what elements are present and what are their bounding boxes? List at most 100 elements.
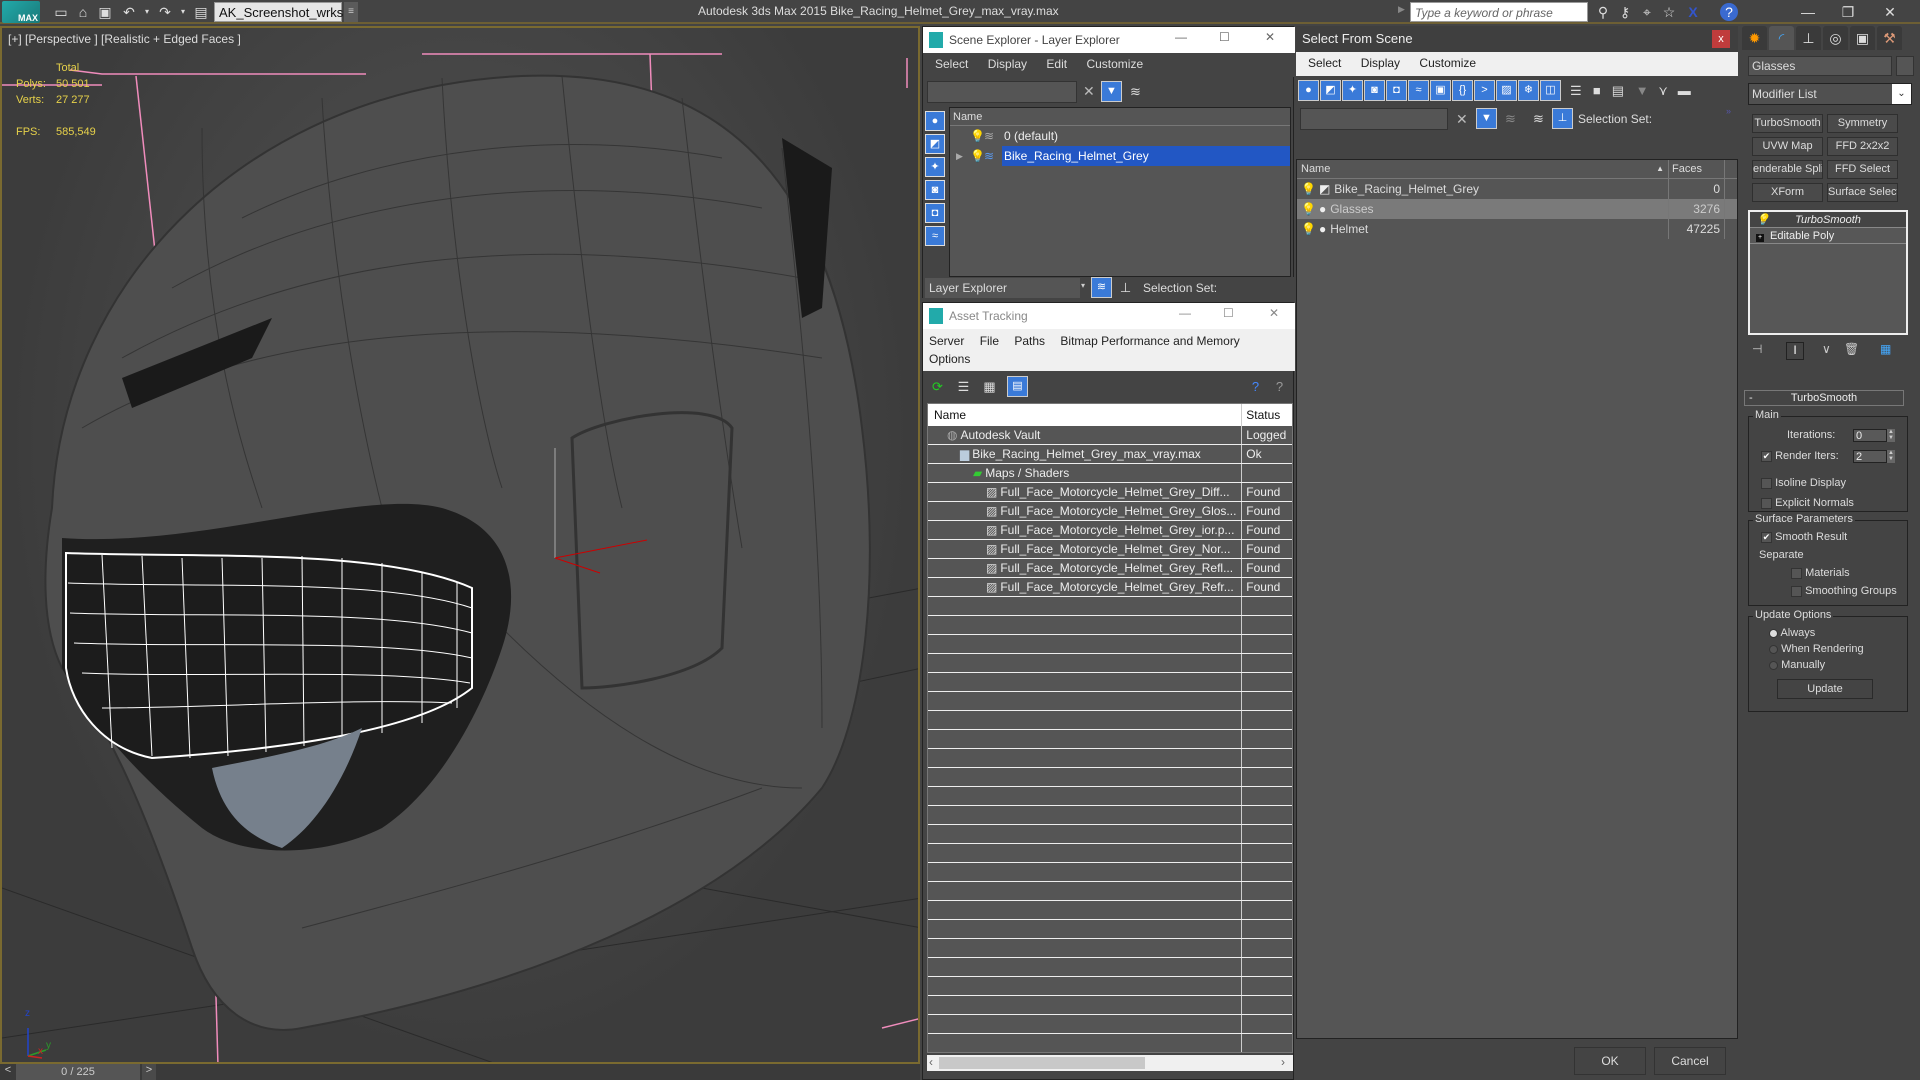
geometry-filter-icon[interactable]: ● bbox=[925, 111, 945, 131]
scene-explorer-search-input[interactable] bbox=[927, 81, 1077, 103]
checkbox[interactable] bbox=[1791, 567, 1802, 579]
asset-row[interactable]: ▨ Full_Face_Motorcycle_Helmet_Grey_Refr..… bbox=[928, 578, 1292, 597]
app-menu-button[interactable]: MAX bbox=[2, 1, 40, 23]
next-frame-button[interactable]: > bbox=[142, 1064, 156, 1080]
menu-customize[interactable]: Customize bbox=[1419, 56, 1476, 70]
expand-toolbar-icon[interactable]: » bbox=[1726, 106, 1731, 116]
object-row[interactable]: 💡 ● Glasses 3276 bbox=[1297, 199, 1737, 219]
clear-search-icon[interactable]: ✕ bbox=[1456, 111, 1468, 128]
collapse-icon[interactable]: ▬ bbox=[1674, 80, 1695, 101]
asset-row[interactable]: ▆ Bike_Racing_Helmet_Grey_max_vray.max Ok bbox=[928, 445, 1292, 464]
radio-button[interactable] bbox=[1769, 628, 1778, 638]
modify-tab-icon[interactable]: ◜ bbox=[1769, 26, 1794, 50]
radio-button[interactable] bbox=[1769, 660, 1778, 670]
filter-options-icon[interactable]: ⋎ bbox=[1653, 80, 1674, 101]
workspace-menu-icon[interactable]: ≡ bbox=[344, 2, 358, 22]
checkbox[interactable] bbox=[1761, 477, 1772, 489]
modifier-button[interactable]: Surface Select bbox=[1827, 183, 1898, 202]
configure-sets-icon[interactable]: ▦ bbox=[1880, 342, 1891, 356]
select-from-scene-titlebar[interactable]: Select From Scene bbox=[1296, 26, 1738, 52]
chevron-down-icon[interactable]: ▾ bbox=[1081, 281, 1085, 290]
create-tab-icon[interactable]: ✹ bbox=[1742, 26, 1767, 50]
asset-row[interactable]: ▨ Full_Face_Motorcycle_Helmet_Grey_Refl..… bbox=[928, 559, 1292, 578]
spacewarps-filter-icon[interactable]: ≈ bbox=[1408, 80, 1429, 101]
help-icon[interactable]: ? bbox=[1245, 376, 1266, 397]
menu-paths[interactable]: Paths bbox=[1014, 332, 1045, 350]
shapes-filter-icon[interactable]: ◩ bbox=[925, 134, 945, 154]
search-input[interactable]: Type a keyword or phrase bbox=[1410, 2, 1588, 22]
column-header-name[interactable]: Name bbox=[950, 108, 1290, 126]
lightbulb-icon[interactable]: 💡 bbox=[1756, 212, 1770, 228]
select-search-input[interactable] bbox=[1300, 108, 1448, 130]
x-exchange-icon[interactable]: X bbox=[1684, 3, 1702, 21]
smoothing-groups-checkbox[interactable]: Smoothing Groups bbox=[1791, 585, 1897, 597]
checkbox[interactable] bbox=[1791, 585, 1802, 597]
expand-plus-icon[interactable]: + bbox=[1756, 234, 1764, 242]
minimize-button[interactable]: — bbox=[1788, 0, 1828, 24]
column-header-faces[interactable]: Faces bbox=[1669, 160, 1725, 178]
checkbox[interactable]: ✔ bbox=[1761, 531, 1772, 543]
frozen-filter-icon[interactable]: ❄ bbox=[1518, 80, 1539, 101]
binoculars-icon[interactable]: ⚲ bbox=[1594, 3, 1612, 21]
help-icon[interactable]: ? bbox=[1720, 3, 1738, 21]
column-header-status[interactable]: Status bbox=[1242, 404, 1292, 426]
filter-icon[interactable]: ▼ bbox=[1476, 108, 1497, 129]
menu-display[interactable]: Display bbox=[988, 57, 1027, 71]
key-icon[interactable]: ⚷ bbox=[1616, 3, 1634, 21]
groups-filter-icon[interactable]: ▣ bbox=[1430, 80, 1451, 101]
object-row[interactable]: 💡 ● Helmet 47225 bbox=[1297, 219, 1737, 239]
save-icon[interactable]: ▣ bbox=[96, 3, 114, 21]
menu-file[interactable]: File bbox=[980, 332, 999, 350]
menu-options[interactable]: Options bbox=[929, 350, 970, 368]
satellite-icon[interactable]: ⌖ bbox=[1638, 3, 1656, 21]
minimize-button[interactable]: — bbox=[1179, 306, 1191, 320]
radio-always[interactable]: Always bbox=[1769, 627, 1815, 639]
explicit-normals-checkbox[interactable]: Explicit Normals bbox=[1761, 497, 1854, 509]
xrefs-filter-icon[interactable]: {} bbox=[1452, 80, 1473, 101]
geometry-filter-icon[interactable]: ● bbox=[1298, 80, 1319, 101]
filter-icon[interactable]: ▼ bbox=[1101, 81, 1122, 102]
smooth-result-checkbox[interactable]: ✔ Smooth Result bbox=[1761, 531, 1847, 543]
modifier-button[interactable]: FFD Select bbox=[1827, 160, 1898, 179]
refresh-icon[interactable]: ⟳ bbox=[927, 376, 948, 397]
remove-modifier-icon[interactable]: 🗑 bbox=[1844, 342, 1859, 356]
scroll-left-icon[interactable]: ‹ bbox=[929, 1055, 933, 1069]
display-none-icon[interactable]: ■ bbox=[1586, 80, 1607, 101]
undo-dropdown-icon[interactable]: ▾ bbox=[138, 3, 156, 21]
checkbox[interactable] bbox=[1761, 497, 1772, 509]
layer-options-icon[interactable]: ≋ bbox=[1500, 108, 1521, 129]
menu-display[interactable]: Display bbox=[1361, 56, 1400, 70]
asset-row[interactable]: ▰ Maps / Shaders bbox=[928, 464, 1292, 483]
cameras-filter-icon[interactable]: ◙ bbox=[1364, 80, 1385, 101]
ok-button[interactable]: OK bbox=[1574, 1047, 1646, 1075]
layers-view-icon[interactable]: ≋ bbox=[1091, 277, 1112, 298]
helpers-filter-icon[interactable]: ◘ bbox=[925, 203, 945, 223]
lightbulb-icon[interactable]: 💡 bbox=[970, 146, 985, 166]
radio-button[interactable] bbox=[1769, 644, 1778, 654]
time-slider-thumb[interactable]: 0 / 225 bbox=[16, 1064, 140, 1080]
asset-row[interactable]: ▨ Full_Face_Motorcycle_Helmet_Grey_ior.p.… bbox=[928, 521, 1292, 540]
iterations-spinner[interactable]: 0 ▲ ▼ bbox=[1853, 428, 1895, 443]
layers-view-icon[interactable]: ≋ bbox=[1528, 108, 1549, 129]
make-unique-icon[interactable]: ∨ bbox=[1822, 342, 1831, 356]
menu-select[interactable]: Select bbox=[1308, 56, 1341, 70]
layer-options-icon[interactable]: ≋ bbox=[1125, 81, 1146, 102]
menu-bitmap-performance[interactable]: Bitmap Performance and Memory bbox=[1060, 332, 1239, 350]
asset-tracking-titlebar[interactable]: Asset Tracking — ☐ ✕ bbox=[923, 303, 1295, 329]
horizontal-scrollbar[interactable]: ‹ › bbox=[927, 1055, 1293, 1071]
hierarchy-view-icon[interactable]: ⊥ bbox=[1115, 277, 1136, 298]
display-tab-icon[interactable]: ▣ bbox=[1850, 26, 1875, 50]
modifier-button[interactable]: XForm bbox=[1752, 183, 1823, 202]
close-button[interactable]: ✕ bbox=[1870, 0, 1910, 24]
lightbulb-icon[interactable]: 💡 bbox=[1301, 222, 1316, 236]
search-expand-icon[interactable]: ▶ bbox=[1398, 4, 1405, 15]
table-view-icon[interactable]: ▤ bbox=[1007, 376, 1028, 397]
menu-server[interactable]: Server bbox=[929, 332, 964, 350]
menu-customize[interactable]: Customize bbox=[1086, 57, 1143, 71]
list-view-icon[interactable]: ☰ bbox=[953, 376, 974, 397]
asset-row[interactable]: ◍ Autodesk Vault Logged bbox=[928, 426, 1292, 445]
hierarchy-view-icon[interactable]: ⊥ bbox=[1552, 108, 1573, 129]
asset-row[interactable]: ▨ Full_Face_Motorcycle_Helmet_Grey_Glos..… bbox=[928, 502, 1292, 521]
lightbulb-icon[interactable]: 💡 bbox=[1301, 182, 1316, 196]
update-button[interactable]: Update bbox=[1777, 679, 1873, 699]
